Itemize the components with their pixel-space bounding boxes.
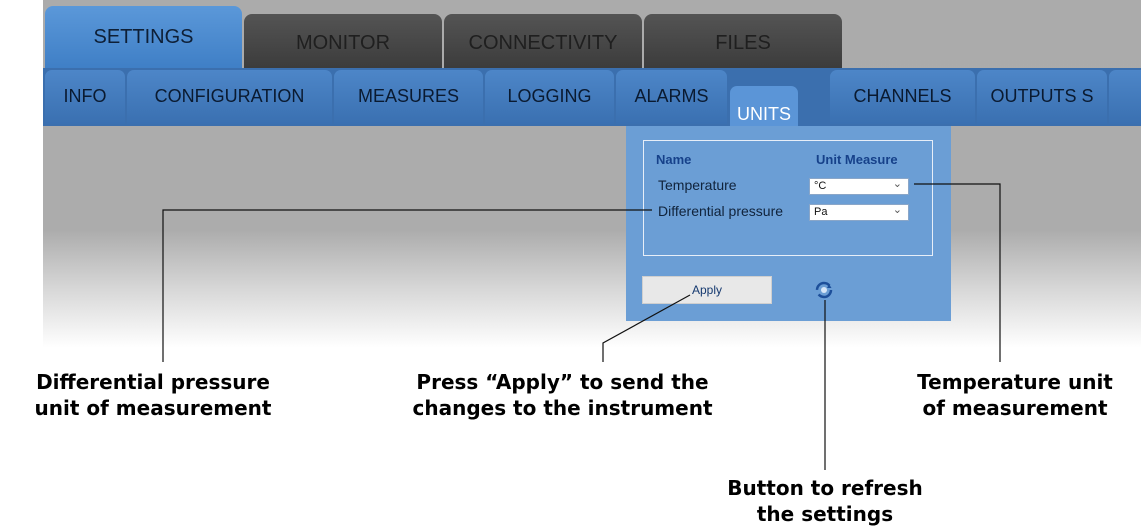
callout-diff-pressure-line1: Differential pressure xyxy=(36,370,270,394)
callout-temperature-line2: of measurement xyxy=(922,396,1108,420)
callout-line-apply xyxy=(602,294,691,362)
callout-temperature: Temperature unit of measurement xyxy=(890,369,1140,421)
callout-refresh-line2: the settings xyxy=(756,502,894,526)
callout-apply: Press “Apply” to send the changes to the… xyxy=(375,369,750,421)
callout-line-temperature xyxy=(914,183,1001,362)
callout-refresh-line1: Button to refresh xyxy=(727,476,923,500)
callout-apply-line2: changes to the instrument xyxy=(412,396,713,420)
callout-apply-line1: Press “Apply” to send the xyxy=(416,370,709,394)
callout-temperature-line1: Temperature unit xyxy=(917,370,1113,394)
callout-lines xyxy=(162,183,1001,470)
callout-diff-pressure: Differential pressure unit of measuremen… xyxy=(8,369,298,421)
callout-line-diff-pressure xyxy=(162,209,652,362)
callout-diff-pressure-line2: unit of measurement xyxy=(34,396,272,420)
callout-refresh: Button to refresh the settings xyxy=(690,475,960,527)
